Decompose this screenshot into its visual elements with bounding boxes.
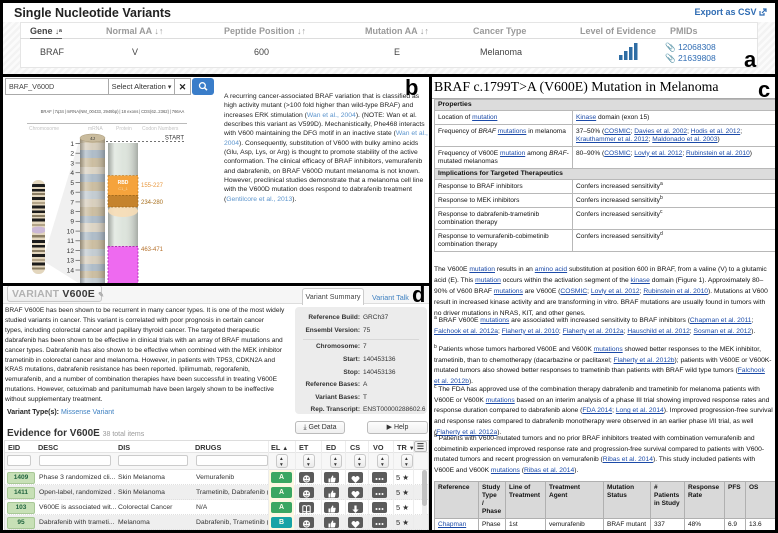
svg-text:C1_1: C1_1 [118, 186, 128, 191]
svg-text:START: START [165, 136, 184, 142]
svg-text:10: 10 [67, 229, 75, 236]
svg-text:11: 11 [67, 238, 74, 245]
svg-text:4J: 4J [90, 136, 95, 141]
svg-text:7: 7 [70, 199, 74, 206]
svg-text:13: 13 [67, 258, 75, 265]
svg-text:3: 3 [70, 160, 74, 167]
svg-text:463-471: 463-471 [141, 247, 164, 253]
svg-text:5: 5 [70, 180, 74, 187]
svg-text:2: 2 [70, 151, 74, 158]
svg-text:234-280: 234-280 [141, 200, 164, 206]
svg-text:14: 14 [67, 267, 75, 274]
svg-text:155-227: 155-227 [141, 183, 164, 189]
svg-text:6: 6 [70, 190, 74, 197]
svg-text:1: 1 [70, 141, 74, 148]
svg-text:9: 9 [70, 219, 74, 226]
svg-text:8: 8 [70, 209, 74, 216]
svg-text:12: 12 [67, 248, 75, 255]
svg-text:4: 4 [70, 170, 74, 177]
